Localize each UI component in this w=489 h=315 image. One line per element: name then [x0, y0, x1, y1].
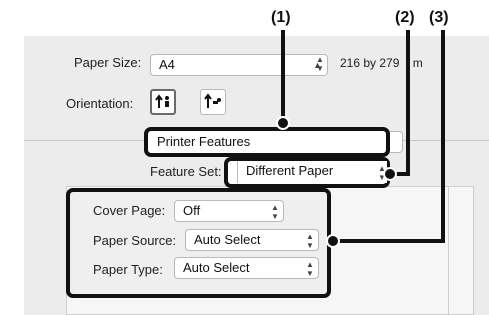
- paper-type-select[interactable]: Auto Select: [174, 257, 319, 279]
- paper-type-label: Paper Type:: [93, 262, 163, 277]
- paper-source-arrows-icon: ▲ ▼: [306, 232, 314, 250]
- cover-page-select[interactable]: Off: [174, 200, 284, 222]
- portrait-orientation-button[interactable]: [150, 89, 176, 115]
- paper-source-label: Paper Source:: [93, 233, 177, 248]
- leader-dot-3: [326, 234, 340, 248]
- paper-size-select[interactable]: A4 ▲: [150, 54, 328, 76]
- leader-line-1: [281, 30, 285, 128]
- cover-page-label: Cover Page:: [93, 203, 166, 218]
- leader-line-3-vertical: [441, 30, 445, 243]
- callout-number-3: (3): [429, 9, 449, 26]
- paper-source-select[interactable]: Auto Select: [185, 229, 319, 251]
- paper-size-value: A4: [159, 57, 175, 72]
- feature-set-select[interactable]: Different Paper: [237, 161, 387, 183]
- leader-line-2-vertical: [406, 30, 410, 176]
- leader-line-3-horizontal: [331, 239, 445, 243]
- inner-panel-divider: [448, 186, 449, 315]
- paper-type-arrows-icon: ▲ ▼: [306, 260, 314, 278]
- callout-number-1: (1): [271, 9, 291, 26]
- paper-dimension-unit: m: [412, 56, 423, 70]
- cover-page-value: Off: [183, 203, 201, 218]
- landscape-orientation-button[interactable]: [200, 89, 226, 115]
- panel-select-value: Printer Features: [157, 134, 251, 149]
- leader-dot-2: [383, 167, 397, 181]
- paper-size-label: Paper Size:: [74, 55, 142, 70]
- feature-set-label: Feature Set:: [150, 164, 222, 179]
- leader-dot-1: [276, 116, 290, 130]
- cover-page-arrows-icon: ▲ ▼: [271, 203, 279, 221]
- paper-dimension-text: 216 by 279 m: [340, 56, 423, 70]
- portrait-orientation-icon: [155, 94, 169, 108]
- orientation-label: Orientation:: [66, 96, 134, 111]
- paper-size-select-arrows: ▲ ▼: [316, 55, 324, 73]
- callout-number-2: (2): [395, 9, 415, 26]
- landscape-orientation-icon: [204, 93, 221, 108]
- paper-dimension-value: 216 by 279: [340, 56, 400, 70]
- paper-source-value: Auto Select: [194, 232, 261, 247]
- feature-set-value: Different Paper: [246, 163, 334, 178]
- paper-type-value: Auto Select: [183, 260, 250, 275]
